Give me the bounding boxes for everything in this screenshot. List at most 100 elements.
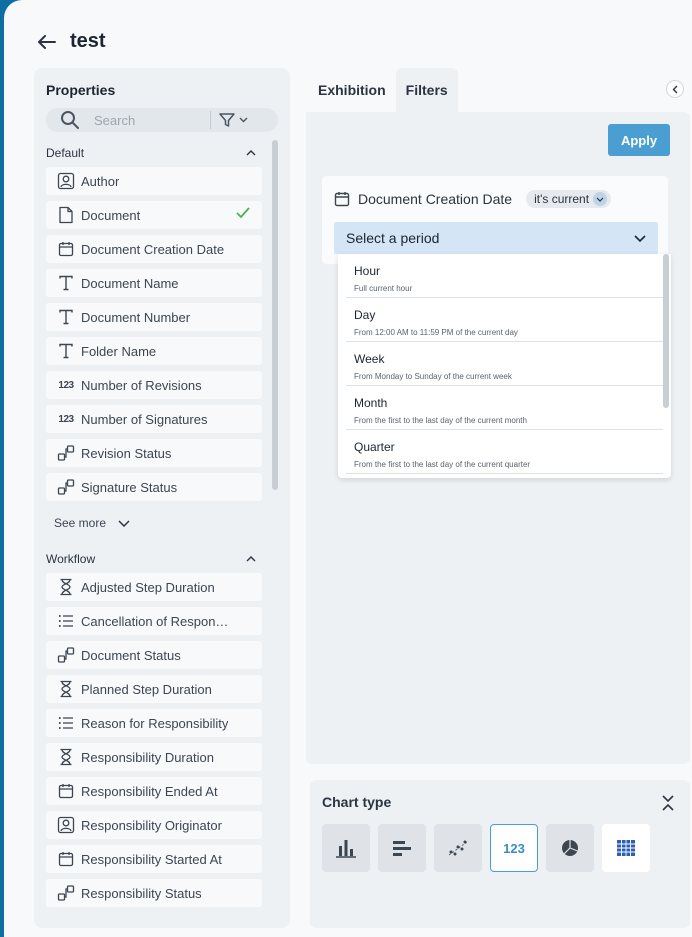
option-description: From the first to the last day of the cu… [354,416,527,425]
page-title: test [70,30,106,52]
option-description: From 12:00 AM to 11:59 PM of the current… [354,328,518,337]
text-icon [56,341,76,361]
property-label: Document Creation Date [81,241,225,257]
number-chart-icon: 123 [503,840,525,856]
property-label: Reason for Responsibility [81,715,229,731]
property-label: Number of Signatures [81,411,208,427]
header: test [36,30,106,53]
chart-type-vertical-bar[interactable] [322,824,370,872]
property-item[interactable]: 123 Number of Revisions [46,371,262,399]
property-item[interactable]: Planned Step Duration [46,675,262,703]
property-item[interactable]: Responsibility Duration [46,743,262,771]
property-label: Signature Status [81,479,178,495]
calendar-icon [56,849,76,869]
dropdown-scrollbar[interactable] [663,254,669,408]
properties-scrollbar[interactable] [272,140,278,916]
collapse-icon[interactable] [660,794,676,812]
see-more-label: See more [54,516,107,530]
property-label: Responsibility Originator [81,817,222,833]
funnel-icon [219,113,235,127]
number-icon: 123 [58,413,74,425]
property-item[interactable]: Author [46,167,262,195]
section-header-workflow[interactable]: Workflow [46,552,256,566]
period-option-month[interactable]: Month From the first to the last day of t… [346,386,663,430]
status-icon [56,645,76,665]
check-icon [236,207,250,222]
back-button[interactable] [36,31,58,53]
apply-button[interactable]: Apply [608,124,670,156]
tab-exhibition[interactable]: Exhibition [308,68,396,112]
period-option-hour[interactable]: Hour Full current hour [346,254,663,298]
property-item[interactable]: Document Number [46,303,262,331]
default-property-list: Author Document Document Creation Date Docu… [46,167,262,507]
properties-panel: Properties Default Author Document Documen… [34,68,290,928]
property-item[interactable]: Responsibility Started At [46,845,262,873]
property-item[interactable]: Signature Status [46,473,262,501]
option-label: Hour [354,264,381,278]
property-item[interactable]: Document Creation Date [46,235,262,263]
document-icon [56,205,76,225]
list-icon [56,611,76,631]
table-chart-icon [617,840,635,856]
search-separator [210,111,211,129]
scrollbar-thumb[interactable] [272,140,278,490]
chevron-left-icon [672,85,678,93]
property-item[interactable]: Cancellation of Responsi... [46,607,262,635]
period-option-quarter[interactable]: Quarter From the first to the last day of… [346,430,663,474]
chart-type-table[interactable] [602,824,650,872]
section-title: Workflow [46,552,96,566]
scatter-chart-icon [448,840,468,856]
filter-button[interactable] [219,112,248,128]
section-title: Default [46,146,85,160]
chart-type-number[interactable]: 123 [490,824,538,872]
section-header-default[interactable]: Default [46,146,256,160]
period-option-day[interactable]: Day From 12:00 AM to 11:59 PM of the curr… [346,298,663,342]
list-icon [56,713,76,733]
period-option-week[interactable]: Week From Monday to Sunday of the current… [346,342,663,386]
property-item[interactable]: Responsibility Originator [46,811,262,839]
chart-type-horizontal-bar[interactable] [378,824,426,872]
search-input[interactable] [94,112,204,128]
chevron-down-icon [634,234,646,242]
tab-filters[interactable]: Filters [395,68,458,112]
property-item[interactable]: Revision Status [46,439,262,467]
collapse-panel-button[interactable] [666,80,684,98]
hourglass-icon [56,679,76,699]
chart-type-pie[interactable] [546,824,594,872]
chart-type-scatter[interactable] [434,824,482,872]
option-description: From the first to the last day of the cu… [354,460,531,469]
pie-chart-icon [562,840,578,856]
property-label: Responsibility Ended At [81,783,218,799]
filter-header: Document Creation Date it's current [334,190,612,208]
user-icon [56,171,76,191]
property-label: Responsibility Status [81,885,202,901]
property-label: Document Name [81,275,179,291]
condition-dropdown[interactable]: it's current [526,190,612,208]
page: test Properties Default Author Document Do… [4,0,692,937]
property-item[interactable]: Responsibility Status [46,879,262,907]
see-more-button[interactable]: See more [54,516,130,530]
chevron-down-icon [593,192,608,206]
calendar-icon [56,781,76,801]
number-icon: 123 [58,379,74,391]
property-item[interactable]: Document Status [46,641,262,669]
property-item[interactable]: Folder Name [46,337,262,365]
text-icon [56,307,76,327]
property-item[interactable]: Document [46,201,262,229]
property-label: Number of Revisions [81,377,202,393]
period-select[interactable]: Select a period [334,222,658,254]
workflow-property-list: Adjusted Step Duration Cancellation of Re… [46,573,262,913]
option-description: From Monday to Sunday of the current wee… [354,372,512,381]
option-label: Quarter [354,440,395,454]
property-label: Revision Status [81,445,172,461]
property-item[interactable]: Adjusted Step Duration [46,573,262,601]
property-label: Responsibility Duration [81,749,214,765]
property-item[interactable]: 123 Number of Signatures [46,405,262,433]
property-item[interactable]: Reason for Responsibility [46,709,262,737]
status-icon [56,883,76,903]
property-item[interactable]: Responsibility Ended At [46,777,262,805]
filter-card: Document Creation Date it's current Sele… [322,176,668,264]
property-item[interactable]: Document Name [46,269,262,297]
calendar-icon [334,192,350,207]
hourglass-icon [56,747,76,767]
